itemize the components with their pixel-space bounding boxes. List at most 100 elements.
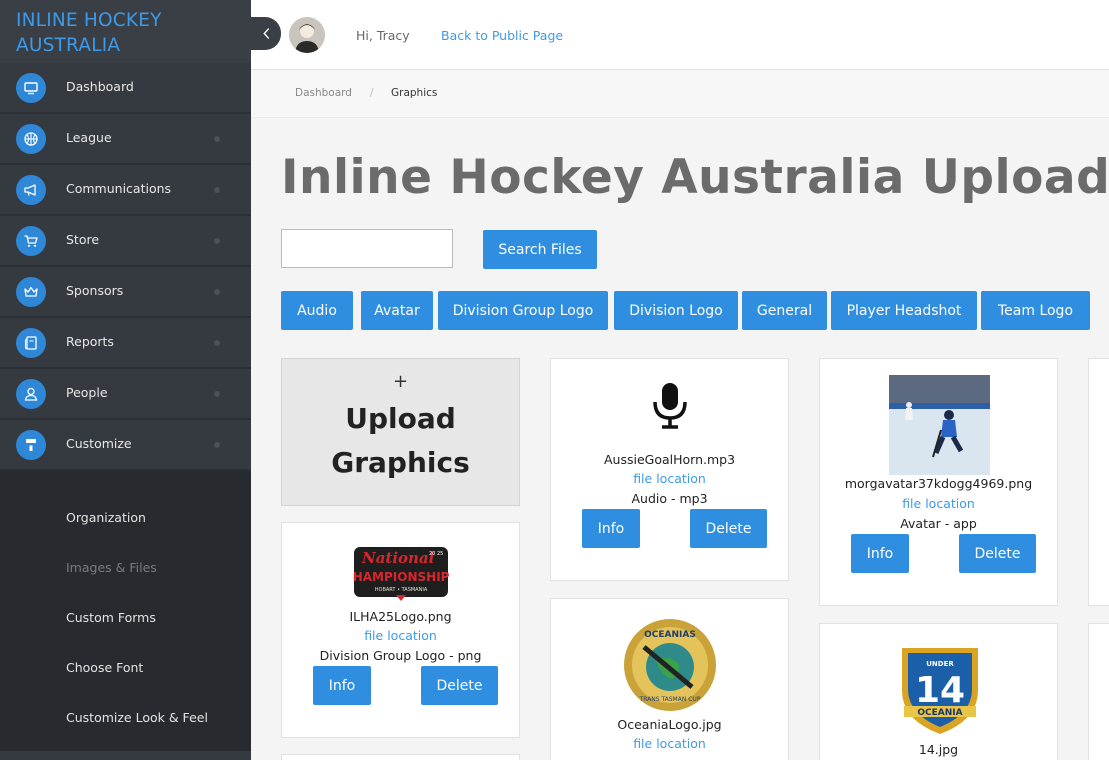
sidebar-footer [0,751,251,760]
expand-dot-icon [214,187,220,193]
cart-icon [16,226,46,256]
nav-label: Sponsors [66,283,124,298]
submenu-images-files[interactable]: Images & Files [66,560,157,575]
submenu-organization[interactable]: Organization [66,510,146,525]
sidebar: INLINE HOCKEY AUSTRALIA Dashboard League… [0,0,251,760]
file-card-partial [281,754,520,760]
user-icon [16,379,46,409]
nav-item-sponsors[interactable]: Sponsors [0,267,251,317]
nav-item-communications[interactable]: Communications [0,165,251,215]
expand-dot-icon [214,136,220,142]
customize-submenu: Organization Images & Files Custom Forms… [0,471,251,751]
file-type: Division Group Logo - png [319,648,482,663]
info-button[interactable]: Info [582,509,640,548]
page-title: Inline Hockey Australia Uploaded [281,150,1109,205]
category-division-logo-button[interactable]: Division Logo [614,291,738,330]
file-name: 14.jpg [918,742,959,757]
delete-button[interactable]: Delete [959,534,1036,573]
nav-item-people[interactable]: People [0,369,251,419]
year-right-text: 25 [437,551,443,557]
brand-line-1: INLINE HOCKEY [16,10,162,31]
file-name: morgavatar37kdogg4969.png [844,476,1033,491]
oceania-text: OCEANIA [917,708,962,718]
nav-label: Customize [66,436,132,451]
user-greeting: Hi, Tracy [356,28,410,43]
nav-item-store[interactable]: Store [0,216,251,266]
upload-graphics-card[interactable]: + Upload Graphics [281,358,520,506]
hobart-text: HOBART • TASMANIA [375,587,428,593]
category-audio-button[interactable]: Audio [281,291,353,330]
nav-item-reports[interactable]: Reports [0,318,251,368]
delete-button[interactable]: Delete [421,666,498,705]
nav-label: Dashboard [66,79,134,94]
delete-button[interactable]: Delete [690,509,767,548]
category-avatar-button[interactable]: Avatar [361,291,433,330]
nav-item-dashboard[interactable]: Dashboard [0,63,251,113]
search-input[interactable] [281,229,453,268]
upload-line-1: Upload [345,402,456,435]
file-location-link[interactable]: file location [282,628,519,643]
nav-label: Reports [66,334,114,349]
hockey-player-thumbnail [889,375,990,475]
category-player-headshot-button[interactable]: Player Headshot [831,291,977,330]
nav-label: Store [66,232,100,247]
category-team-logo-button[interactable]: Team Logo [981,291,1090,330]
file-location-link[interactable]: file location [820,496,1057,511]
document-icon [16,328,46,358]
oceania-logo-thumbnail: OCEANIAS TRANS TASMAN CUP [624,619,716,711]
submenu-choose-font[interactable]: Choose Font [66,660,143,675]
fourteen-text: 14 [915,670,965,711]
crown-icon [16,277,46,307]
file-location-link[interactable]: file location [551,471,788,486]
back-to-public-link[interactable]: Back to Public Page [441,28,563,43]
oceanias-text: OCEANIAS [644,630,696,640]
chevron-left-icon [262,28,269,39]
category-general-button[interactable]: General [742,291,827,330]
file-location-link[interactable]: file location [551,736,788,751]
national-championships-thumbnail: National CHAMPIONSHIPS HOBART • TASMANIA… [352,547,450,601]
nav-label: League [66,130,112,145]
nav-label: People [66,385,108,400]
brand-title[interactable]: INLINE HOCKEY AUSTRALIA [0,0,251,63]
file-card-partial [1088,358,1109,606]
avatar[interactable] [289,17,325,53]
nav-item-league[interactable]: League [0,114,251,164]
search-files-button[interactable]: Search Files [483,230,597,269]
file-name: ILHA25Logo.png [349,609,452,624]
collapse-sidebar-button[interactable] [251,17,281,50]
under-text: UNDER [926,660,954,668]
submenu-customize-look-feel[interactable]: Customize Look & Feel [66,710,208,725]
expand-dot-icon [214,442,220,448]
breadcrumb-current: Graphics [391,87,438,99]
breadcrumb-separator: / [370,87,374,99]
trans-tasman-text: TRANS TASMAN CUP [639,696,701,703]
file-type: Audio - mp3 [631,491,708,506]
upload-graphics-label: Upload Graphics [282,397,519,485]
year-left-text: 20 [429,551,435,557]
file-card: UNDER 14 OCEANIA 14.jpg [819,623,1058,760]
nav-label: Communications [66,181,172,196]
file-card: morgavatar37kdogg4969.png file location … [819,358,1058,606]
plus-icon: + [392,371,409,392]
under-14-oceania-thumbnail: UNDER 14 OCEANIA [902,648,978,734]
championships-text: CHAMPIONSHIPS [352,570,450,584]
info-button[interactable]: Info [313,666,371,705]
microphone-icon [653,383,687,429]
nav-item-customize[interactable]: Customize [0,420,251,470]
file-type: Avatar - app [900,516,977,531]
expand-dot-icon [214,238,220,244]
file-name: OceaniaLogo.jpg [617,717,722,732]
breadcrumb-dashboard[interactable]: Dashboard [295,87,352,99]
national-text: National [361,549,435,567]
megaphone-icon [16,175,46,205]
upload-line-2: Graphics [331,446,470,479]
expand-dot-icon [214,340,220,346]
main-content: Inline Hockey Australia Uploaded Search … [251,118,1109,760]
category-division-group-logo-button[interactable]: Division Group Logo [438,291,608,330]
file-card: AussieGoalHorn.mp3 file location Audio -… [550,358,789,581]
file-name: AussieGoalHorn.mp3 [603,452,736,467]
info-button[interactable]: Info [851,534,909,573]
breadcrumb: Dashboard / Graphics [251,71,1109,118]
file-card: OCEANIAS TRANS TASMAN CUP OceaniaLogo.jp… [550,598,789,760]
submenu-custom-forms[interactable]: Custom Forms [66,610,156,625]
